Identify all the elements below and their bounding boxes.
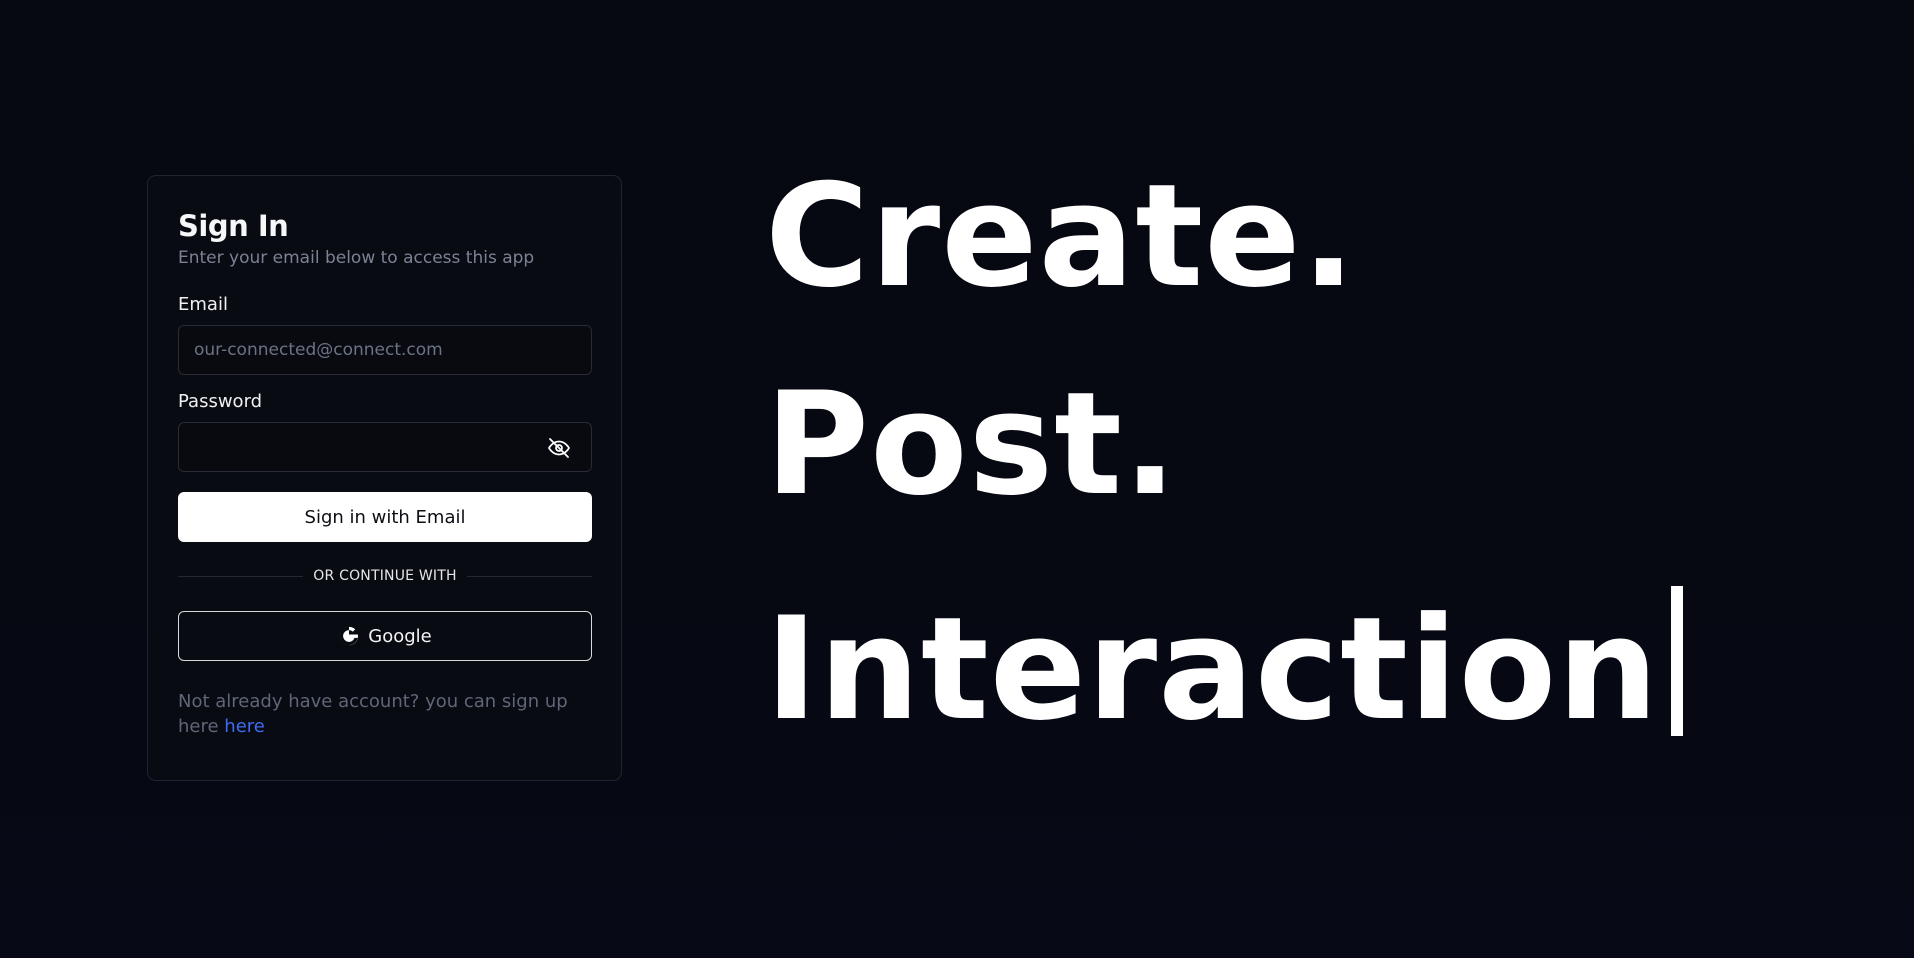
signin-title: Sign In	[178, 209, 289, 243]
google-signin-button[interactable]: Google	[178, 611, 592, 661]
google-button-label: Google	[368, 625, 432, 647]
divider-text: OR CONTINUE WITH	[313, 568, 457, 584]
signin-subtitle: Enter your email below to access this ap…	[178, 248, 535, 268]
password-label: Password	[178, 391, 263, 412]
hero-line-post: Post.	[765, 362, 1178, 527]
signup-link[interactable]: here	[224, 716, 265, 737]
eye-off-icon[interactable]	[546, 435, 572, 461]
password-field[interactable]	[179, 423, 591, 471]
divider-line-left	[178, 575, 304, 577]
email-label: Email	[178, 294, 228, 315]
password-field-wrapper	[178, 422, 592, 472]
hero-line-interaction-text: Interaction	[765, 587, 1660, 752]
email-field-wrapper	[178, 325, 592, 375]
google-icon	[338, 625, 360, 647]
divider-line-right	[466, 575, 593, 577]
signin-card: Sign In Enter your email below to access…	[147, 175, 622, 781]
page: Sign In Enter your email below to access…	[0, 0, 1914, 958]
typing-cursor	[1671, 586, 1684, 736]
hero-line-interaction: Interaction	[765, 565, 1684, 775]
divider: OR CONTINUE WITH	[178, 566, 593, 586]
email-field[interactable]	[179, 326, 591, 374]
signup-prompt: Not already have account? you can sign u…	[178, 689, 592, 739]
sign-in-email-button[interactable]: Sign in with Email	[178, 492, 592, 542]
hero-line-create: Create.	[765, 154, 1357, 319]
